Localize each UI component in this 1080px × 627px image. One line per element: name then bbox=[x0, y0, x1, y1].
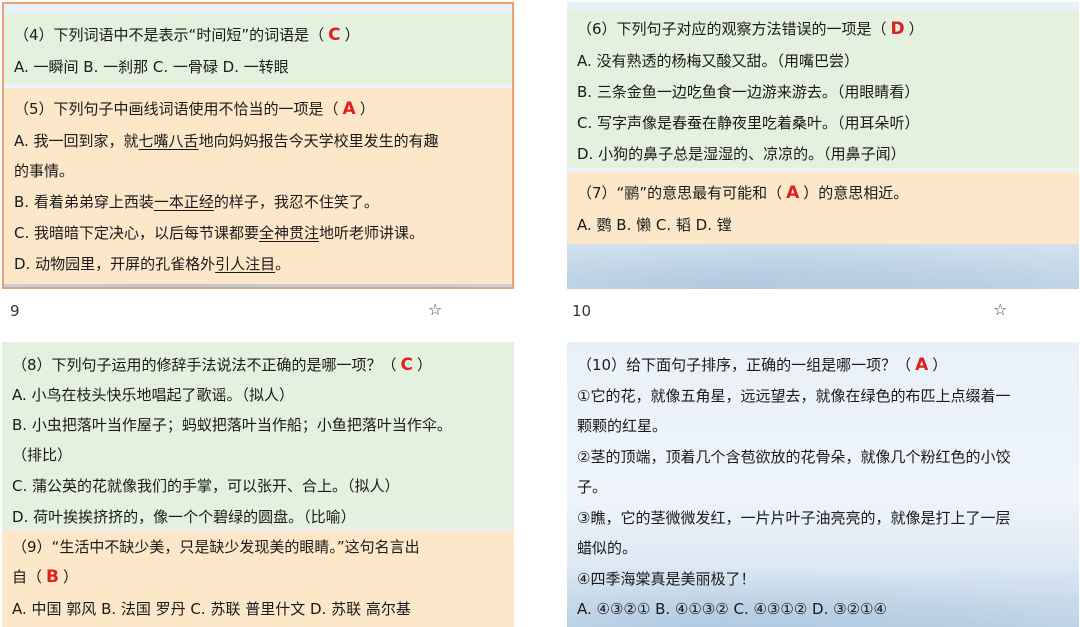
question-5-option-a: A. 我一回到家，就七嘴八舌地向妈妈报告今天学校里发生的有趣 bbox=[14, 132, 439, 150]
question-8-stem: （8）下列句子运用的修辞手法说法不正确的是哪一项？（ C） bbox=[12, 355, 433, 375]
question-8-option-a: A. 小鸟在枝头快乐地唱起了歌谣。（拟人） bbox=[12, 386, 295, 404]
answer-mark: B bbox=[46, 567, 59, 587]
question-5-box: （5）下列句子中画线词语使用不恰当的一项是（ A） A. 我一回到家，就七嘴八舌地… bbox=[4, 88, 512, 284]
answer-mark: C bbox=[400, 355, 414, 375]
question-7-options: A. 鹦 B. 懒 C. 韬 D. 镗 bbox=[577, 216, 732, 234]
question-5-option-c: C. 我暗暗下定决心，以后每节课都要全神贯注地听老师讲课。 bbox=[14, 224, 425, 242]
slide-thumbnail-10[interactable]: （6）下列句子对应的观察方法错误的一项是（ D） A. 没有熟透的杨梅又酸又甜。（… bbox=[567, 2, 1079, 289]
sentence-1: ①它的花，就像五角星，远远望去，就像在绿色的布匹上点缀着一 bbox=[577, 387, 1011, 405]
question-9-stem-cont: 自（ B） bbox=[12, 567, 78, 587]
slide-thumbnail-9[interactable]: （4）下列词语中不是表示“时间短”的词语是（ C） A. 一瞬间 B. 一刹那 C… bbox=[2, 2, 514, 289]
question-5-option-a-cont: 的事情。 bbox=[14, 162, 75, 180]
question-6-option-c: C. 写字声像是春蚕在静夜里吃着桑叶。（用耳朵听） bbox=[577, 114, 920, 132]
question-4-options: A. 一瞬间 B. 一刹那 C. 一骨碌 D. 一转眼 bbox=[14, 58, 289, 76]
question-10-stem: （10）给下面句子排序，正确的一组是哪一项？（ A） bbox=[577, 355, 948, 375]
question-9-options: A. 中国 郭风 B. 法国 罗丹 C. 苏联 普里什文 D. 苏联 高尔基 bbox=[12, 600, 411, 618]
question-6-stem: （6）下列句子对应的观察方法错误的一项是（ D） bbox=[577, 19, 924, 39]
star-outline-icon[interactable]: ☆ bbox=[428, 300, 442, 319]
answer-mark: A bbox=[786, 183, 800, 203]
question-8-option-c: C. 蒲公英的花就像我们的手掌，可以张开、合上。（拟人） bbox=[12, 477, 400, 495]
question-7-stem: （7）“鹂”的意思最有可能和（ A ）的意思相近。 bbox=[577, 183, 909, 203]
question-5-option-d: D. 动物园里，开屏的孔雀格外引人注目。 bbox=[14, 255, 291, 273]
question-7-box: （7）“鹂”的意思最有可能和（ A ）的意思相近。 A. 鹦 B. 懒 C. 韬 D… bbox=[567, 172, 1079, 244]
question-9-stem: （9）“生活中不缺少美，只是缺少发现美的眼睛。”这句名言出 bbox=[12, 538, 420, 556]
question-10-options: A. ④③②① B. ④①③② C. ④③①② D. ③②①④ bbox=[577, 600, 887, 618]
question-5-option-b: B. 看着弟弟穿上西装一本正经的样子，我忍不住笑了。 bbox=[14, 193, 379, 211]
question-8-option-d: D. 荷叶挨挨挤挤的，像一个个碧绿的圆盘。（比喻） bbox=[12, 508, 356, 526]
sentence-1-cont: 颗颗的红星。 bbox=[577, 417, 668, 435]
question-6-option-b: B. 三条金鱼一边吃鱼食一边游来游去。（用眼睛看） bbox=[577, 83, 920, 101]
star-outline-icon[interactable]: ☆ bbox=[993, 300, 1007, 319]
answer-mark: A bbox=[342, 99, 356, 119]
question-4-stem: （4）下列词语中不是表示“时间短”的词语是（ C） bbox=[14, 25, 360, 45]
sentence-2: ②茎的顶端，顶着几个含苞欲放的花骨朵，就像几个粉红色的小饺 bbox=[577, 448, 1011, 466]
page-number-9: 9 bbox=[10, 302, 20, 320]
answer-mark: D bbox=[890, 19, 905, 39]
sentence-3: ③瞧，它的茎微微发红，一片片叶子油亮亮的，就像是打上了一层 bbox=[577, 509, 1011, 527]
sentence-2-cont: 子。 bbox=[577, 478, 608, 496]
question-4-box: （4）下列词语中不是表示“时间短”的词语是（ C） A. 一瞬间 B. 一刹那 C… bbox=[4, 14, 512, 84]
sentence-3-cont: 蜡似的。 bbox=[577, 539, 638, 557]
slide-thumbnail-11[interactable]: （8）下列句子运用的修辞手法说法不正确的是哪一项？（ C） A. 小鸟在枝头快乐地… bbox=[2, 342, 514, 627]
question-10-area: （10）给下面句子排序，正确的一组是哪一项？（ A） ①它的花，就像五角星，远远望… bbox=[567, 342, 1079, 627]
question-6-option-a: A. 没有熟透的杨梅又酸又甜。（用嘴巴尝） bbox=[577, 52, 860, 70]
slide-thumbnail-12[interactable]: （10）给下面句子排序，正确的一组是哪一项？（ A） ①它的花，就像五角星，远远望… bbox=[567, 342, 1079, 627]
question-8-option-b: B. 小虫把落叶当作屋子；蚂蚁把落叶当作船；小鱼把落叶当作伞。 bbox=[12, 416, 452, 434]
sentence-4: ④四季海棠真是美丽极了！ bbox=[577, 570, 756, 588]
page-number-10: 10 bbox=[572, 302, 592, 320]
answer-mark: C bbox=[328, 25, 341, 45]
question-6-box: （6）下列句子对应的观察方法错误的一项是（ D） A. 没有熟透的杨梅又酸又甜。（… bbox=[567, 10, 1079, 168]
question-8-box: （8）下列句子运用的修辞手法说法不正确的是哪一项？（ C） A. 小鸟在枝头快乐地… bbox=[2, 342, 514, 527]
question-6-option-d: D. 小狗的鼻子总是湿湿的、凉凉的。（用鼻子闻） bbox=[577, 145, 906, 163]
answer-mark: A bbox=[915, 355, 929, 375]
question-8-option-b-cont: （排比） bbox=[12, 446, 73, 464]
question-9-box: （9）“生活中不缺少美，只是缺少发现美的眼睛。”这句名言出 自（ B） A. 中国… bbox=[2, 530, 514, 627]
question-5-stem: （5）下列句子中画线词语使用不恰当的一项是（ A） bbox=[14, 99, 375, 119]
